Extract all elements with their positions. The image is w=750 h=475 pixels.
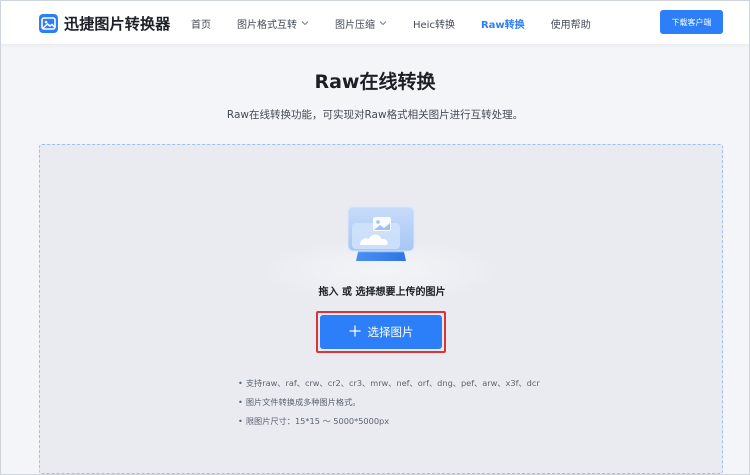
image-upload-icon	[344, 205, 420, 285]
chevron-down-icon	[379, 19, 387, 28]
note-item: • 图片文件转换成多种图片格式。	[238, 397, 361, 407]
download-client-button[interactable]: 下载客户端	[660, 10, 723, 34]
page-subtitle: Raw在线转换功能，可实现对Raw格式相关图片进行互转处理。	[226, 109, 524, 121]
note-text: 支持raw、raf、crw、cr2、cr3、mrw、nef、orf、dng、pe…	[245, 378, 540, 388]
main-nav: 首页 图片格式互转 图片压缩 Heic转换 Raw转换 使用帮助	[191, 1, 617, 45]
nav-label: 首页	[191, 19, 211, 31]
chevron-down-icon	[301, 19, 309, 28]
note-text: 限图片尺寸：15*15 ～ 5000*5000px	[245, 416, 390, 426]
drop-hint: 拖入 或 选择想要上传的图片	[318, 287, 446, 298]
note-item: • 限图片尺寸：15*15 ～ 5000*5000px	[238, 416, 390, 426]
choose-image-button[interactable]: 选择图片	[320, 315, 442, 349]
nav-item-home[interactable]: 首页	[191, 1, 211, 45]
nav-label: 图片压缩	[335, 19, 375, 31]
image-logo-icon	[39, 13, 58, 33]
note-item: • 支持raw、raf、crw、cr2、cr3、mrw、nef、orf、dng、p…	[238, 378, 540, 388]
choose-image-label: 选择图片	[367, 325, 414, 339]
brand-name: 迅捷图片转换器	[64, 14, 171, 33]
nav-item-compress[interactable]: 图片压缩	[335, 1, 387, 45]
nav-item-help[interactable]: 使用帮助	[551, 1, 591, 45]
upload-dropzone[interactable]: 拖入 或 选择想要上传的图片 选择图片 • 支持raw、raf、crw、cr2、c…	[39, 144, 723, 474]
nav-label: Heic转换	[413, 19, 455, 31]
nav-label: 使用帮助	[550, 19, 591, 31]
page-title: Raw在线转换	[314, 71, 436, 93]
nav-item-format-convert[interactable]: 图片格式互转	[237, 1, 309, 45]
nav-label: 图片格式互转	[237, 19, 297, 31]
brand[interactable]: 迅捷图片转换器	[39, 12, 170, 34]
plus-icon	[349, 325, 361, 340]
nav-item-raw[interactable]: Raw转换	[481, 1, 525, 45]
app-window: 迅捷图片转换器 首页 图片格式互转 图片压缩 Heic转换 Raw转换 使用帮助…	[0, 0, 750, 475]
nav-item-heic[interactable]: Heic转换	[413, 1, 455, 45]
note-text: 图片文件转换成多种图片格式。	[245, 397, 361, 407]
upload-notes: • 支持raw、raf、crw、cr2、cr3、mrw、nef、orf、dng、p…	[238, 377, 540, 434]
top-header: 迅捷图片转换器 首页 图片格式互转 图片压缩 Heic转换 Raw转换 使用帮助…	[1, 1, 749, 45]
nav-label: Raw转换	[480, 19, 525, 31]
